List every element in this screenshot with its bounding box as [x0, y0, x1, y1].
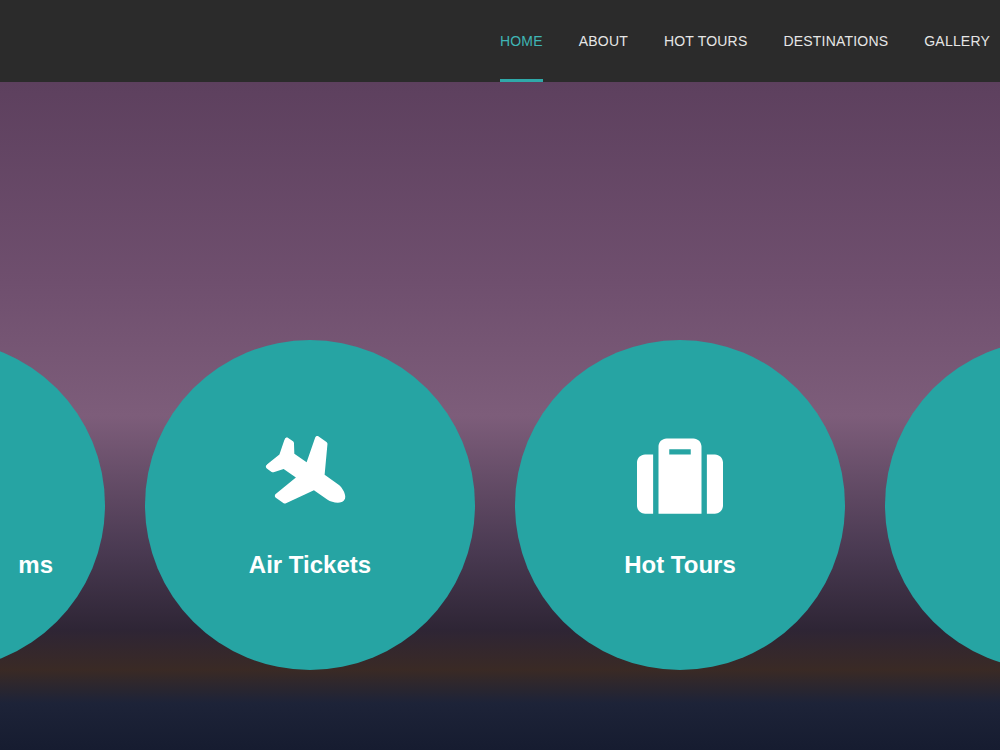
nav-item[interactable]: ABOUT [579, 0, 628, 82]
icon-slot [0, 431, 53, 521]
service-label: Air Tickets [249, 551, 371, 579]
nav-item[interactable]: DESTINATIONS [783, 0, 888, 82]
icon-slot [260, 431, 360, 521]
service-label: ms [18, 551, 53, 579]
nav-item[interactable]: GALLERY [924, 0, 990, 82]
nav-bar: HOME ABOUT HOT TOURS DESTINATIONS GALLERY [0, 0, 1000, 82]
plane-icon [252, 418, 369, 535]
service-circle[interactable] [885, 340, 1000, 670]
icon-slot [630, 431, 730, 521]
service-circle[interactable]: Air Tickets [145, 340, 475, 670]
suitcase-icon [632, 433, 728, 519]
service-row: ms Air Tickets Hot Tours [0, 82, 1000, 670]
service-label: Hot Tours [624, 551, 736, 579]
service-circle[interactable]: Hot Tours [515, 340, 845, 670]
nav-item[interactable]: HOT TOURS [664, 0, 747, 82]
service-circle[interactable]: ms [0, 340, 105, 670]
hero-photo: ms Air Tickets Hot Tours [0, 82, 1000, 750]
page: HOME ABOUT HOT TOURS DESTINATIONS GALLERY ms A… [0, 0, 1000, 750]
nav-item[interactable]: HOME [500, 0, 543, 82]
